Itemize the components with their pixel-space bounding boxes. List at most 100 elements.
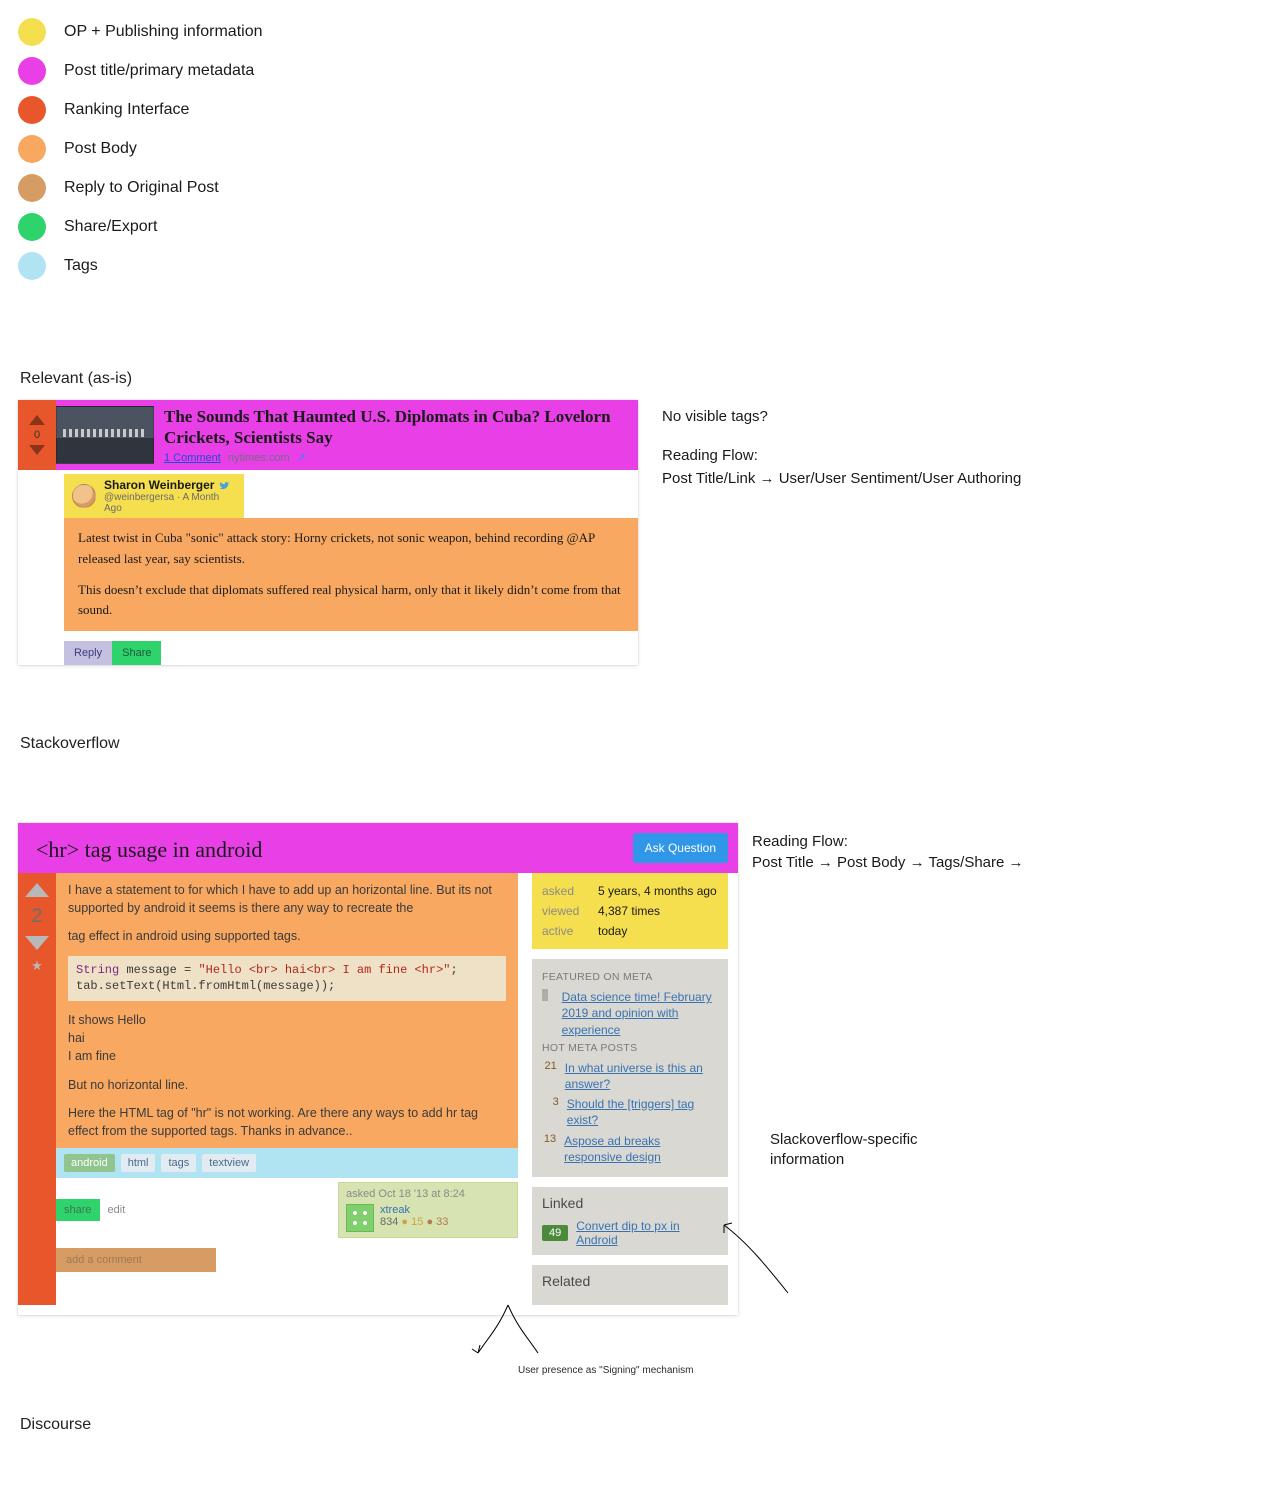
downvote-icon[interactable] <box>25 936 49 950</box>
linked-link[interactable]: Convert dip to px in Android <box>576 1219 718 1247</box>
relevant-card: 0 The Sounds That Haunted U.S. Diplomats… <box>18 400 638 665</box>
hot-count: 21 <box>542 1060 557 1072</box>
side-annotation: Slackoverflow-specific information <box>770 1130 970 1171</box>
so-tags: android html tags textview <box>56 1148 518 1178</box>
downvote-icon[interactable] <box>29 445 45 455</box>
hot-count: 3 <box>542 1096 559 1108</box>
stackoverflow-notes: Reading Flow: Post Title → Post Body → T… <box>752 823 1024 873</box>
twitter-icon <box>218 480 230 490</box>
so-ranking-column: 2 ★ <box>18 873 56 1305</box>
legend-dot <box>18 18 46 46</box>
legend-label: Tags <box>64 257 98 275</box>
favorite-icon[interactable]: ★ <box>31 958 43 974</box>
external-link-icon[interactable]: ↗ <box>297 452 306 464</box>
legend-dot <box>18 57 46 85</box>
stat-key: viewed <box>542 904 586 918</box>
author-block[interactable]: Sharon Weinberger @weinbergersa · A Mont… <box>64 474 244 518</box>
body-paragraph: But no horizontal line. <box>68 1076 506 1094</box>
body-paragraph: This doesn’t exclude that diplomats suff… <box>78 580 624 622</box>
hot-link[interactable]: Aspose ad breaks responsive design <box>564 1133 718 1165</box>
upvote-icon[interactable] <box>25 883 49 897</box>
tag[interactable]: android <box>64 1154 115 1172</box>
legend-dot <box>18 96 46 124</box>
rank-score: 0 <box>34 429 40 441</box>
legend-dot <box>18 252 46 280</box>
author-name: Sharon Weinberger <box>104 478 214 492</box>
tag[interactable]: tags <box>161 1154 196 1172</box>
legend-dot <box>18 135 46 163</box>
legend: OP + Publishing information Post title/p… <box>18 18 1276 280</box>
body-paragraph: tag effect in android using supported ta… <box>68 927 506 945</box>
sidebar-meta: FEATURED ON META Data science time! Febr… <box>532 959 728 1177</box>
section-heading-stackoverflow: Stackoverflow <box>20 735 1276 753</box>
section-heading-relevant: Relevant (as-is) <box>20 370 1276 388</box>
note-question: No visible tags? <box>662 406 1276 427</box>
ask-question-button[interactable]: Ask Question <box>633 833 728 863</box>
legend-item: Tags <box>18 252 1276 280</box>
body-line: hai <box>68 1029 506 1047</box>
note-flow: Post Title → Post Body → Tags/Share → <box>752 852 1024 873</box>
legend-label: OP + Publishing information <box>64 23 262 41</box>
caption: User presence as "Signing" mechanism <box>518 1365 1276 1376</box>
stackoverflow-card: <hr> tag usage in android Ask Question 2… <box>18 823 738 1315</box>
legend-label: Reply to Original Post <box>64 179 219 197</box>
legend-item: Reply to Original Post <box>18 174 1276 202</box>
tag[interactable]: textview <box>202 1154 256 1172</box>
post-title[interactable]: The Sounds That Haunted U.S. Diplomats i… <box>164 406 628 449</box>
legend-dot <box>18 174 46 202</box>
tag[interactable]: html <box>121 1154 156 1172</box>
user-signature[interactable]: asked Oct 18 '13 at 8:24 xtreak 834 ● 15… <box>338 1182 518 1238</box>
legend-label: Share/Export <box>64 218 157 236</box>
edit-link[interactable]: edit <box>108 1204 126 1216</box>
hot-link[interactable]: In what universe is this an answer? <box>565 1060 718 1092</box>
stat-value: today <box>598 924 627 938</box>
user-rep: 834 ● 15 ● 33 <box>380 1216 448 1228</box>
note-flow: Post Title/Link → User/User Sentiment/Us… <box>662 468 1276 489</box>
share-link[interactable]: share <box>56 1199 100 1221</box>
post-body: Latest twist in Cuba "sonic" attack stor… <box>64 518 638 631</box>
legend-item: OP + Publishing information <box>18 18 1276 46</box>
source-domain: nytimes.com <box>228 452 290 464</box>
body-paragraph: I have a statement to for which I have t… <box>68 881 506 917</box>
stat-value: 5 years, 4 months ago <box>598 884 717 898</box>
related-heading: Related <box>542 1273 718 1289</box>
linked-score: 49 <box>542 1225 568 1241</box>
legend-label: Ranking Interface <box>64 101 189 119</box>
body-line: I am fine <box>68 1047 506 1065</box>
add-comment-link[interactable]: add a comment <box>56 1248 216 1272</box>
sidebar-related: Related <box>532 1265 728 1305</box>
author-handle: @weinbergersa <box>104 492 174 503</box>
meta-heading: FEATURED ON META <box>542 971 718 983</box>
so-post-body: I have a statement to for which I have t… <box>56 873 518 1148</box>
legend-label: Post Body <box>64 140 137 158</box>
stat-key: asked <box>542 884 586 898</box>
body-line: It shows Hello <box>68 1011 506 1029</box>
body-paragraph: Here the HTML tag of "hr" is not working… <box>68 1104 506 1140</box>
sidebar-linked: Linked 49Convert dip to px in Android <box>532 1187 728 1255</box>
so-title[interactable]: <hr> tag usage in android <box>36 837 262 863</box>
meta-link[interactable]: Data science time! February 2019 and opi… <box>562 989 718 1038</box>
user-name[interactable]: xtreak <box>380 1204 448 1216</box>
ranking-column[interactable]: 0 <box>18 400 56 470</box>
hot-link[interactable]: Should the [triggers] tag exist? <box>567 1096 718 1128</box>
relevant-notes: No visible tags? Reading Flow: Post Titl… <box>662 400 1276 489</box>
author-avatar <box>72 484 96 508</box>
asked-time: asked Oct 18 '13 at 8:24 <box>346 1188 510 1200</box>
hot-count: 13 <box>542 1133 556 1145</box>
legend-item: Share/Export <box>18 213 1276 241</box>
comment-count-link[interactable]: 1 Comment <box>164 452 221 464</box>
stat-value: 4,387 times <box>598 904 660 918</box>
body-paragraph: Latest twist in Cuba "sonic" attack stor… <box>78 528 624 570</box>
note-flow-heading: Reading Flow: <box>752 831 1024 852</box>
meta-heading: HOT META POSTS <box>542 1042 718 1054</box>
note-flow-heading: Reading Flow: <box>662 445 1276 466</box>
stat-key: active <box>542 924 586 938</box>
share-button[interactable]: Share <box>112 641 161 665</box>
user-avatar <box>346 1204 374 1232</box>
legend-item: Post title/primary metadata <box>18 57 1276 85</box>
code-block: String message = "Hello <br> hai<br> I a… <box>68 956 506 1002</box>
upvote-icon[interactable] <box>29 415 45 425</box>
rank-score: 2 <box>31 905 42 928</box>
reply-button[interactable]: Reply <box>64 641 112 665</box>
section-heading-discourse: Discourse <box>20 1416 1276 1434</box>
